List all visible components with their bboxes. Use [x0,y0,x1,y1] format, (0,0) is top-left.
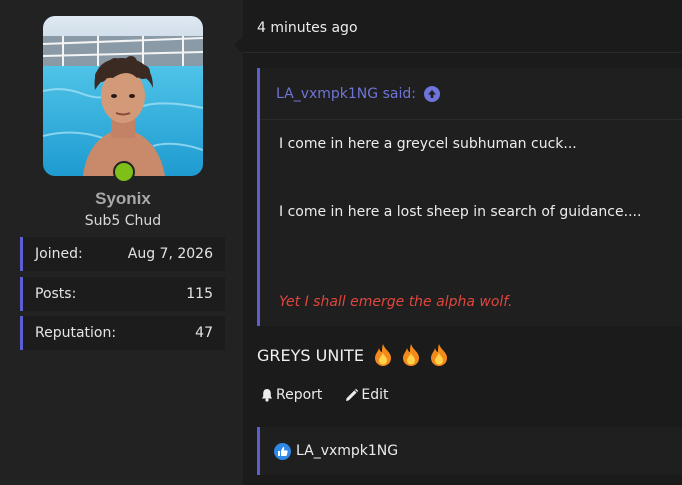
avatar-container[interactable] [43,16,203,183]
post-actions: Report Edit [260,387,411,403]
quote-author[interactable]: LA_vxmpk1NG said: [276,86,416,102]
pencil-icon [346,388,359,401]
stat-label: Posts: [35,286,77,302]
user-sidebar: Syonix Sub5 Chud Joined: Aug 7, 2026 Pos… [0,0,243,485]
edit-button[interactable]: Edit [344,387,389,403]
username[interactable]: Syonix [0,189,246,209]
stat-value: 115 [186,286,213,302]
post-caret [234,36,243,54]
stat-reputation: Reputation: 47 [20,316,225,350]
stat-label: Joined: [35,246,83,262]
report-button[interactable]: Report [260,387,322,403]
stat-joined: Joined: Aug 7, 2026 [20,237,225,271]
like-icon [274,442,291,460]
divider [243,52,682,53]
online-status-icon [113,161,135,183]
stat-label: Reputation: [35,325,117,341]
bell-icon [261,389,273,402]
reaction-user[interactable]: LA_vxmpk1NG [296,443,398,459]
post-body: 4 minutes ago LA_vxmpk1NG said: I come i… [234,0,682,485]
post-time[interactable]: 4 minutes ago [257,20,358,36]
quote-red-line: Yet I shall emerge the alpha wolf. [279,294,513,310]
quote-block: LA_vxmpk1NG said: I come in here a greyc… [257,68,682,326]
arrow-up-icon[interactable] [423,85,440,102]
fire-icon [402,344,419,366]
stat-value: Aug 7, 2026 [127,246,213,262]
quote-line: I come in here a lost sheep in search of… [279,204,642,220]
fire-icon [374,344,391,366]
report-label: Report [276,387,323,403]
user-title: Sub5 Chud [84,213,162,229]
reactions-bar[interactable]: LA_vxmpk1NG [257,427,682,475]
quote-line: I come in here a greycel subhuman cuck..… [279,136,577,152]
avatar[interactable] [43,16,203,176]
edit-label: Edit [361,387,389,403]
stat-value: 47 [195,325,213,341]
fire-icon [430,344,447,366]
stat-posts: Posts: 115 [20,277,225,311]
quote-header[interactable]: LA_vxmpk1NG said: [260,68,682,120]
avatar-image [43,16,203,176]
post-message: GREYS UNITE [257,342,452,368]
post-message-text: GREYS UNITE [257,345,364,365]
